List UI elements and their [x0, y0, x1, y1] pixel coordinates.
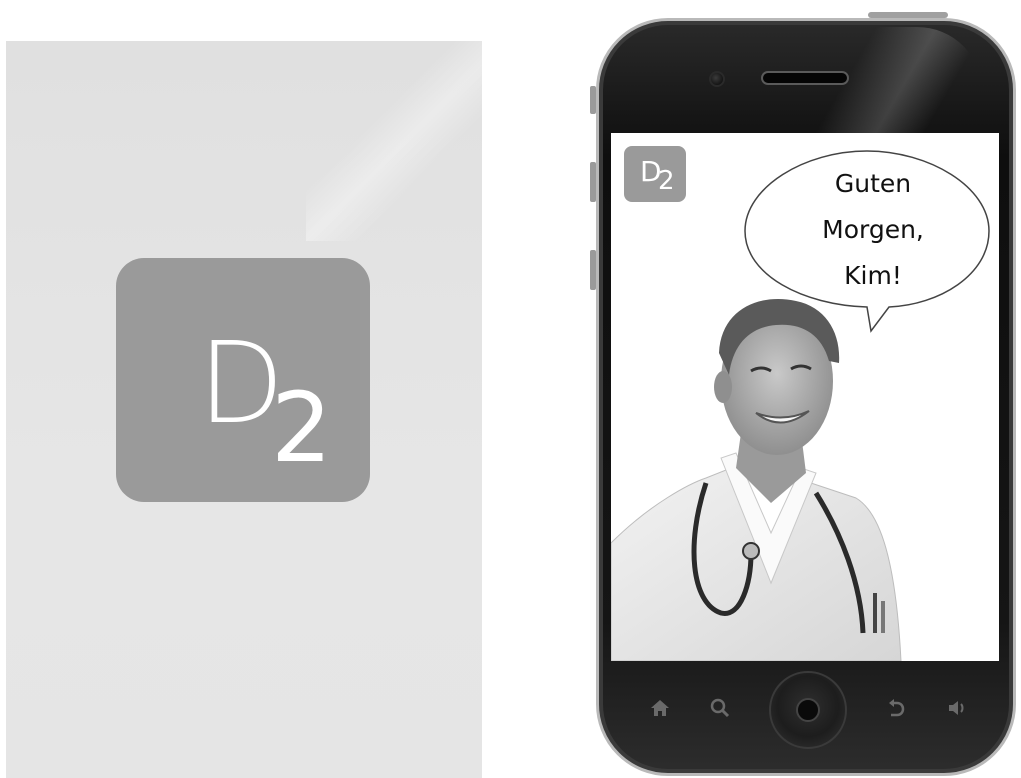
logo-small-number: 2 — [658, 166, 675, 196]
home-icon[interactable] — [647, 697, 673, 723]
home-button-center — [796, 698, 820, 722]
logo-number: 2 — [271, 372, 333, 484]
greeting-text: Guten Morgen, Kim! — [759, 161, 987, 299]
splash-sheen — [306, 41, 482, 241]
back-icon[interactable] — [883, 697, 909, 723]
doctor-image — [611, 298, 902, 661]
greeting-line-2: Morgen, — [822, 215, 924, 244]
logo-letter: D — [198, 319, 284, 449]
bottom-navbar — [611, 661, 999, 759]
phone-screen: D 2 Guten Morgen, Kim! — [611, 133, 999, 661]
earpiece-speaker — [761, 71, 849, 85]
greeting-line-3: Kim! — [844, 261, 902, 290]
search-icon[interactable] — [707, 697, 733, 723]
volume-icon[interactable] — [945, 697, 971, 723]
app-logo-large: D 2 — [116, 258, 370, 502]
splash-screen: D 2 — [6, 41, 482, 778]
front-camera-icon — [709, 71, 725, 87]
greeting-line-1: Guten — [834, 169, 912, 198]
app-logo-small[interactable]: D 2 — [624, 146, 686, 202]
home-button[interactable] — [769, 671, 847, 749]
phone-device: D 2 Guten Morgen, Kim! — [596, 18, 1016, 776]
